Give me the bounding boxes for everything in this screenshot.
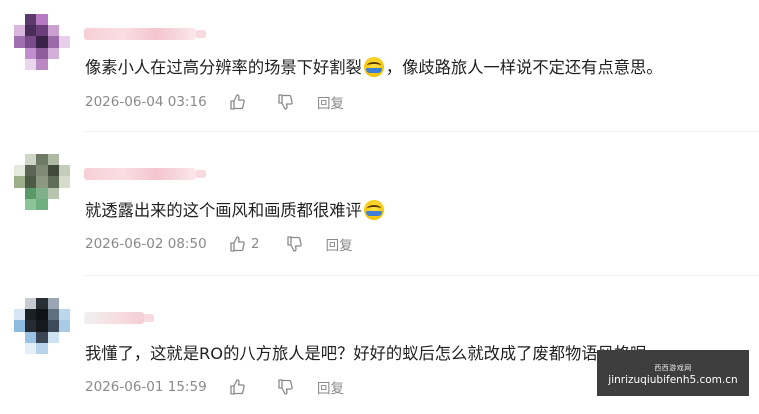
watermark-url: jinrizuqiubifenh5.com.cn	[608, 374, 738, 386]
comment-date: 2026-06-04 03:16	[85, 94, 207, 110]
thumbs-up-icon	[230, 379, 245, 395]
divider	[85, 131, 759, 132]
comment-text: 像素小人在过高分辨率的场景下好割裂 ，像歧路旅人一样说不定还有点意思。	[85, 57, 663, 77]
thumbs-down-icon	[278, 94, 293, 110]
avatar[interactable]	[14, 14, 70, 70]
reply-button[interactable]: 回复	[317, 377, 344, 397]
like-button[interactable]	[229, 379, 251, 395]
laughing-tears-emoji-icon	[363, 200, 384, 220]
thumbs-down-icon	[286, 236, 302, 252]
like-button[interactable]	[229, 94, 251, 110]
watermark: 西西游戏网 jinrizuqiubifenh5.com.cn	[597, 350, 749, 396]
dislike-button[interactable]	[286, 236, 302, 252]
avatar[interactable]	[14, 154, 70, 210]
comment-date: 2026-06-01 15:59	[85, 379, 207, 395]
username-blurred[interactable]	[84, 168, 206, 180]
avatar[interactable]	[14, 298, 70, 354]
comment-meta: 2026-06-04 03:16 回复	[85, 92, 344, 112]
username-blurred[interactable]	[84, 312, 154, 324]
thumbs-up-icon	[230, 236, 245, 252]
thumbs-down-icon	[278, 379, 293, 395]
thumbs-up-icon	[230, 94, 245, 110]
comment-text: 就透露出来的这个画风和画质都很难评	[85, 200, 386, 222]
comment-item: 就透露出来的这个画风和画质都很难评 2026-06-02 08:50 2 回复	[0, 140, 759, 276]
username-blurred[interactable]	[84, 28, 206, 40]
comment-text: 我懂了，这就是RO的八方旅人是吧？好好的蚁后怎么就改成了废都物语风格呢	[85, 344, 647, 363]
laughing-tears-emoji-icon	[363, 57, 384, 77]
reply-button[interactable]: 回复	[326, 234, 353, 254]
divider	[85, 275, 759, 276]
like-button[interactable]: 2	[229, 236, 260, 252]
dislike-button[interactable]	[277, 94, 293, 110]
dislike-button[interactable]	[277, 379, 293, 395]
like-count: 2	[251, 236, 260, 252]
reply-button[interactable]: 回复	[317, 92, 344, 112]
comment-item: 像素小人在过高分辨率的场景下好割裂 ，像歧路旅人一样说不定还有点意思。 2026-…	[0, 0, 759, 132]
watermark-title: 西西游戏网	[654, 364, 692, 372]
comment-meta: 2026-06-01 15:59 回复	[85, 377, 344, 397]
comment-meta: 2026-06-02 08:50 2 回复	[85, 234, 353, 254]
comment-date: 2026-06-02 08:50	[85, 236, 207, 252]
